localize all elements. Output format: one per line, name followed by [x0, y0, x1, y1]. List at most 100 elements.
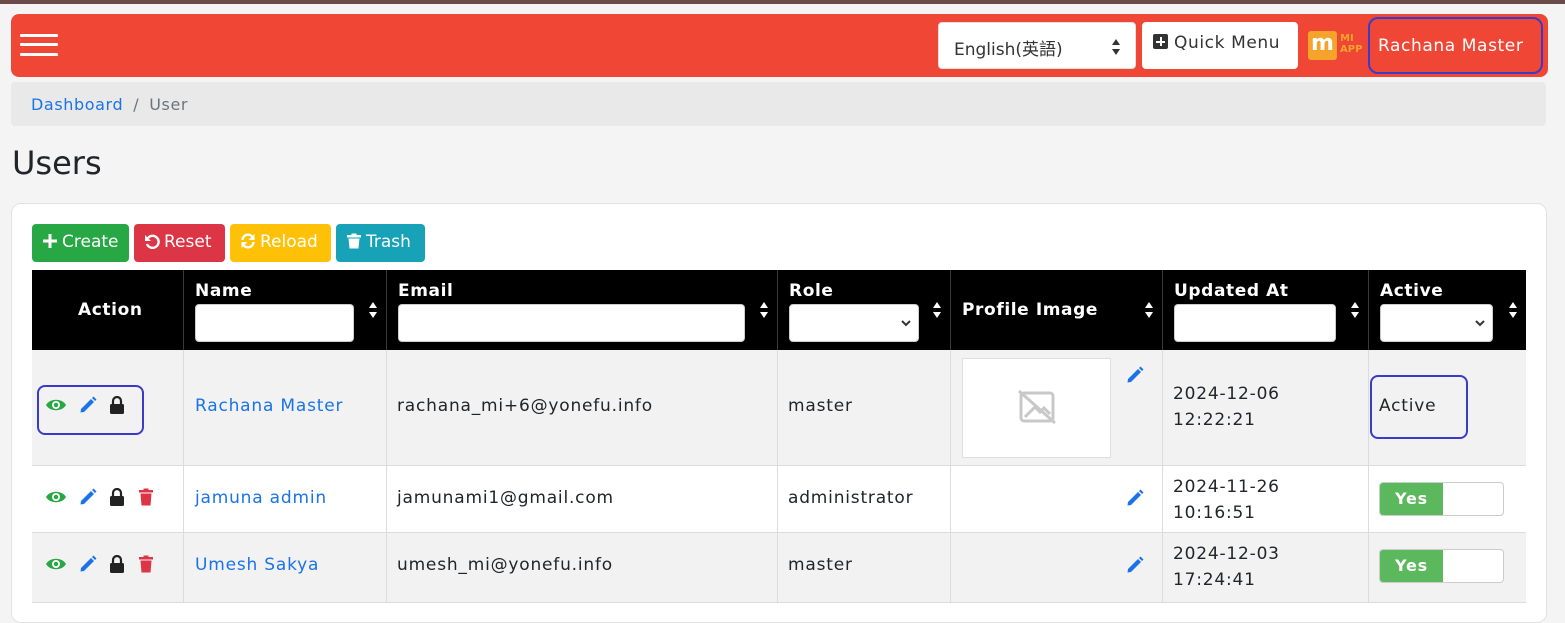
active-status-text: Active: [1379, 396, 1437, 416]
edit-image-pencil-icon[interactable]: [1126, 556, 1144, 579]
user-role: administrator: [788, 488, 914, 508]
lock-icon[interactable]: [109, 487, 125, 511]
edit-image-pencil-icon[interactable]: [1126, 366, 1144, 389]
view-eye-icon[interactable]: [45, 397, 67, 418]
cell-profile-image: [951, 466, 1163, 532]
user-email: jamunami1@gmail.com: [397, 488, 614, 508]
sort-icon[interactable]: [368, 301, 378, 319]
col-updated-at[interactable]: Updated At: [1163, 270, 1369, 350]
col-name[interactable]: Name: [184, 270, 387, 350]
col-name-label: Name: [195, 281, 253, 301]
updated-at-value: 2024-11-26 10:16:51: [1173, 477, 1280, 523]
user-name-link[interactable]: Rachana Master: [195, 396, 343, 416]
user-name-link[interactable]: Umesh Sakya: [195, 555, 319, 575]
col-role-label: Role: [789, 281, 834, 301]
active-toggle[interactable]: Yes: [1379, 482, 1504, 516]
hamburger-menu-icon[interactable]: [20, 32, 58, 58]
sort-icon[interactable]: [759, 301, 769, 319]
name-filter-input[interactable]: [195, 304, 354, 342]
cell-email: umesh_mi@yonefu.info: [387, 533, 778, 602]
sort-icon[interactable]: [1144, 301, 1154, 319]
create-button[interactable]: Create: [32, 224, 129, 262]
cell-active: Active: [1369, 350, 1526, 465]
active-toggle[interactable]: Yes: [1379, 549, 1504, 583]
cell-role: master: [778, 350, 951, 465]
reset-button[interactable]: Reset: [134, 224, 225, 262]
delete-trash-icon[interactable]: [138, 488, 154, 511]
sort-icon[interactable]: [1350, 301, 1360, 319]
updated-at-filter-input[interactable]: [1174, 304, 1336, 342]
cell-profile-image: [951, 533, 1163, 602]
row-actions: [32, 466, 184, 532]
language-select-value: English(英語): [954, 40, 1063, 60]
col-profile-image[interactable]: Profile Image: [951, 270, 1163, 350]
trash-button[interactable]: Trash: [336, 224, 425, 262]
email-filter-input[interactable]: [398, 304, 745, 342]
cell-name: Rachana Master: [184, 350, 387, 465]
breadcrumb-dashboard-link[interactable]: Dashboard: [31, 95, 123, 114]
breadcrumb-separator: /: [133, 95, 140, 114]
cell-name: jamuna admin: [184, 466, 387, 532]
col-action-label: Action: [78, 300, 143, 320]
col-role[interactable]: Role: [778, 270, 951, 350]
role-filter-select[interactable]: [789, 304, 919, 342]
cell-name: Umesh Sakya: [184, 533, 387, 602]
user-email: rachana_mi+6@yonefu.info: [397, 396, 653, 416]
language-select[interactable]: English(英語): [938, 22, 1136, 69]
cell-updated-at: 2024-12-03 17:24:41: [1163, 533, 1369, 602]
lock-icon[interactable]: [109, 554, 125, 578]
cell-updated-at: 2024-11-26 10:16:51: [1163, 466, 1369, 532]
view-eye-icon[interactable]: [45, 556, 67, 577]
table-row: Umesh Sakya umesh_mi@yonefu.info master …: [32, 533, 1526, 603]
cell-active: Yes: [1369, 533, 1526, 602]
user-email: umesh_mi@yonefu.info: [397, 555, 613, 575]
active-filter-select[interactable]: [1380, 304, 1493, 342]
logo-mark: m: [1308, 31, 1337, 60]
cell-profile-image: [951, 350, 1163, 465]
col-updated-at-label: Updated At: [1174, 281, 1289, 301]
top-border: [0, 0, 1565, 4]
chevron-down-icon: [1475, 320, 1485, 327]
user-role: master: [788, 396, 853, 416]
sort-icon[interactable]: [932, 301, 942, 319]
reload-button[interactable]: Reload: [230, 224, 331, 262]
chevron-down-icon: [901, 320, 911, 327]
col-action: Action: [32, 270, 184, 350]
col-profile-image-label: Profile Image: [962, 300, 1099, 320]
lock-icon[interactable]: [109, 395, 125, 419]
edit-image-pencil-icon[interactable]: [1126, 489, 1144, 512]
view-eye-icon[interactable]: [45, 489, 67, 510]
logo-text-1: MI: [1340, 33, 1354, 44]
breadcrumb: Dashboard / User: [11, 82, 1546, 126]
image-off-icon: [1018, 389, 1056, 425]
plus-icon: [43, 234, 57, 248]
col-active[interactable]: Active: [1369, 270, 1526, 350]
user-name-link[interactable]: jamuna admin: [195, 488, 327, 508]
cell-active: Yes: [1369, 466, 1526, 532]
trash-label: Trash: [366, 232, 411, 252]
select-arrows-icon: [1112, 39, 1120, 55]
active-toggle-label: Yes: [1380, 483, 1443, 515]
reset-label: Reset: [164, 232, 212, 252]
edit-pencil-icon[interactable]: [79, 488, 97, 511]
undo-icon: [145, 234, 160, 249]
sync-icon: [241, 233, 255, 249]
logo-text-2: APP: [1340, 44, 1363, 55]
col-email[interactable]: Email: [387, 270, 778, 350]
sort-icon[interactable]: [1508, 301, 1518, 319]
table-header: Action Name Email Role Profile Image Upd…: [32, 270, 1526, 350]
quick-menu-button[interactable]: Quick Menu: [1142, 22, 1298, 69]
page-title: Users: [12, 144, 102, 182]
edit-pencil-icon[interactable]: [79, 396, 97, 419]
delete-trash-icon[interactable]: [138, 555, 154, 578]
cell-role: master: [778, 533, 951, 602]
cell-updated-at: 2024-12-06 12:22:21: [1163, 350, 1369, 465]
row-actions: [32, 350, 184, 465]
quick-menu-label: Quick Menu: [1174, 33, 1281, 53]
trash-icon: [347, 233, 361, 249]
table-row: jamuna admin jamunami1@gmail.com adminis…: [32, 466, 1526, 533]
col-email-label: Email: [398, 281, 454, 301]
create-label: Create: [62, 232, 119, 252]
edit-pencil-icon[interactable]: [79, 555, 97, 578]
user-menu-button[interactable]: Rachana Master: [1368, 17, 1543, 74]
